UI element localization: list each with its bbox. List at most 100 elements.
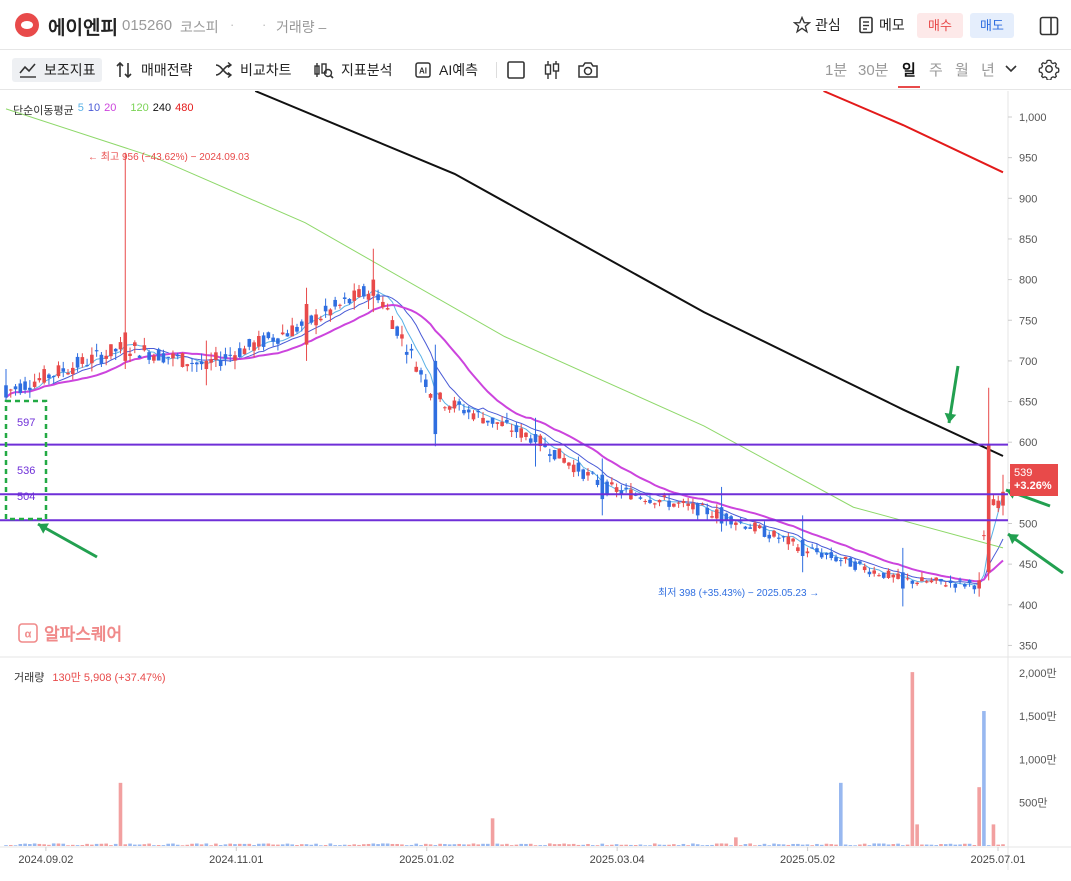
volume-bar [748, 843, 752, 846]
candle-body [466, 409, 471, 413]
ma-legend: 단순이동평균 5 10 20 120 240 480 [13, 102, 193, 118]
candle-body [419, 370, 423, 375]
ma-legend-480: 480 [175, 102, 194, 114]
candle-body [195, 362, 199, 365]
volume-bar [1001, 844, 1005, 846]
candle-body [963, 584, 967, 587]
candle-body [576, 462, 581, 472]
candle-body [32, 381, 37, 387]
candle-body [23, 381, 27, 390]
memo-button[interactable]: 메모 [858, 12, 905, 38]
volume-bar [261, 843, 266, 846]
compare-button[interactable]: 비교차트 [214, 58, 292, 82]
volume-tick-label: 1,500만 [1019, 710, 1057, 723]
panel-toggle-icon[interactable] [1039, 16, 1059, 36]
volume-bar [967, 843, 972, 846]
time-tick-label: 2025.07.01 [970, 854, 1025, 866]
period-month[interactable]: 월 [955, 59, 969, 80]
level-label-536: 536 [17, 465, 36, 477]
chevron-down-icon[interactable] [1004, 64, 1018, 74]
candle-body [819, 553, 824, 558]
indicators-button[interactable]: 보조지표 [12, 58, 102, 82]
candle-body [686, 503, 690, 506]
buy-button[interactable]: 매수 [917, 13, 963, 38]
volume-legend: 거래량 130만 5,908 (+37.47%) [14, 669, 166, 685]
volume-bar [762, 843, 767, 846]
active-period-indicator [898, 86, 920, 88]
candle-body [409, 348, 414, 351]
period-1min[interactable]: 1분 [825, 59, 847, 80]
volume-bar [175, 844, 180, 846]
volume-bar [676, 845, 681, 846]
volume-bar [132, 844, 137, 846]
volume-bar [266, 843, 271, 846]
candle-body [304, 303, 309, 345]
candle-body [805, 551, 810, 554]
volume-bar [858, 844, 862, 846]
volume-value: 130만 5,908 (+37.47%) [52, 672, 166, 684]
candle-body [834, 557, 838, 562]
high-annotation-text: 최고 956 (−43.62%) − 2024.09.03 [100, 152, 250, 163]
ma-legend-title: 단순이동평균 [13, 105, 74, 117]
volume-bar [924, 844, 929, 846]
period-week[interactable]: 주 [929, 59, 943, 80]
volume-bar [61, 843, 66, 846]
volume-bar [982, 711, 986, 846]
volume-bar [791, 843, 795, 846]
candle-body [352, 290, 357, 301]
volume-bar [710, 844, 714, 846]
volume-bar [519, 843, 523, 846]
volume-bar [891, 844, 896, 846]
volume-bar [333, 845, 337, 846]
indicator-icon [19, 63, 36, 78]
analysis-button[interactable]: 지표분석 [313, 58, 393, 82]
candle-body [237, 348, 242, 357]
candle-body [791, 538, 795, 542]
candle-body [853, 561, 857, 570]
strategy-label: 매매전략 [141, 62, 193, 78]
candle-body [972, 585, 977, 590]
volume-bar [729, 845, 733, 846]
candle-body [247, 339, 252, 347]
volume-bar [242, 843, 247, 846]
volume-bar [514, 844, 519, 846]
settings-gear-icon[interactable] [1038, 58, 1060, 80]
candle-body [70, 367, 75, 375]
candle-body [676, 502, 681, 504]
square-draw-icon[interactable] [506, 60, 526, 80]
volume-bar [462, 844, 466, 846]
watermark: α 알파스퀘어 [18, 620, 122, 645]
volume-bar [605, 845, 609, 846]
volume-bar [486, 843, 490, 846]
strategy-button[interactable]: 매매전략 [115, 58, 193, 82]
candle-body [257, 336, 261, 347]
ai-forecast-button[interactable]: AI AI예측 [413, 58, 478, 82]
candle-body [595, 479, 600, 485]
volume-bar [910, 672, 915, 846]
candle-body [748, 527, 752, 529]
favorite-button[interactable]: 관심 [793, 12, 841, 38]
volume-bar [323, 845, 328, 846]
volume-bar [271, 844, 275, 846]
volume-bar [471, 843, 476, 846]
candle-body [404, 351, 409, 355]
period-30min[interactable]: 30분 [858, 59, 889, 80]
volume-bar [853, 845, 857, 846]
candle-type-icon[interactable] [542, 59, 562, 81]
volume-bar [662, 844, 667, 846]
volume-bar [466, 844, 471, 846]
volume-bar [781, 844, 786, 846]
candle-body [929, 580, 934, 583]
candle-body [142, 345, 147, 351]
candle-body [366, 293, 371, 300]
price-chart[interactable]: 1,00095090085080075070065060055050045040… [0, 91, 1071, 881]
candle-body [967, 580, 972, 583]
sell-button[interactable]: 매도 [970, 13, 1014, 38]
candle-body [390, 320, 395, 330]
camera-icon[interactable] [577, 60, 599, 80]
candle-body [8, 389, 13, 391]
candle-body [590, 472, 595, 474]
period-year[interactable]: 년 [981, 59, 995, 80]
period-day[interactable]: 일 [902, 59, 916, 80]
candle-body [338, 304, 342, 306]
